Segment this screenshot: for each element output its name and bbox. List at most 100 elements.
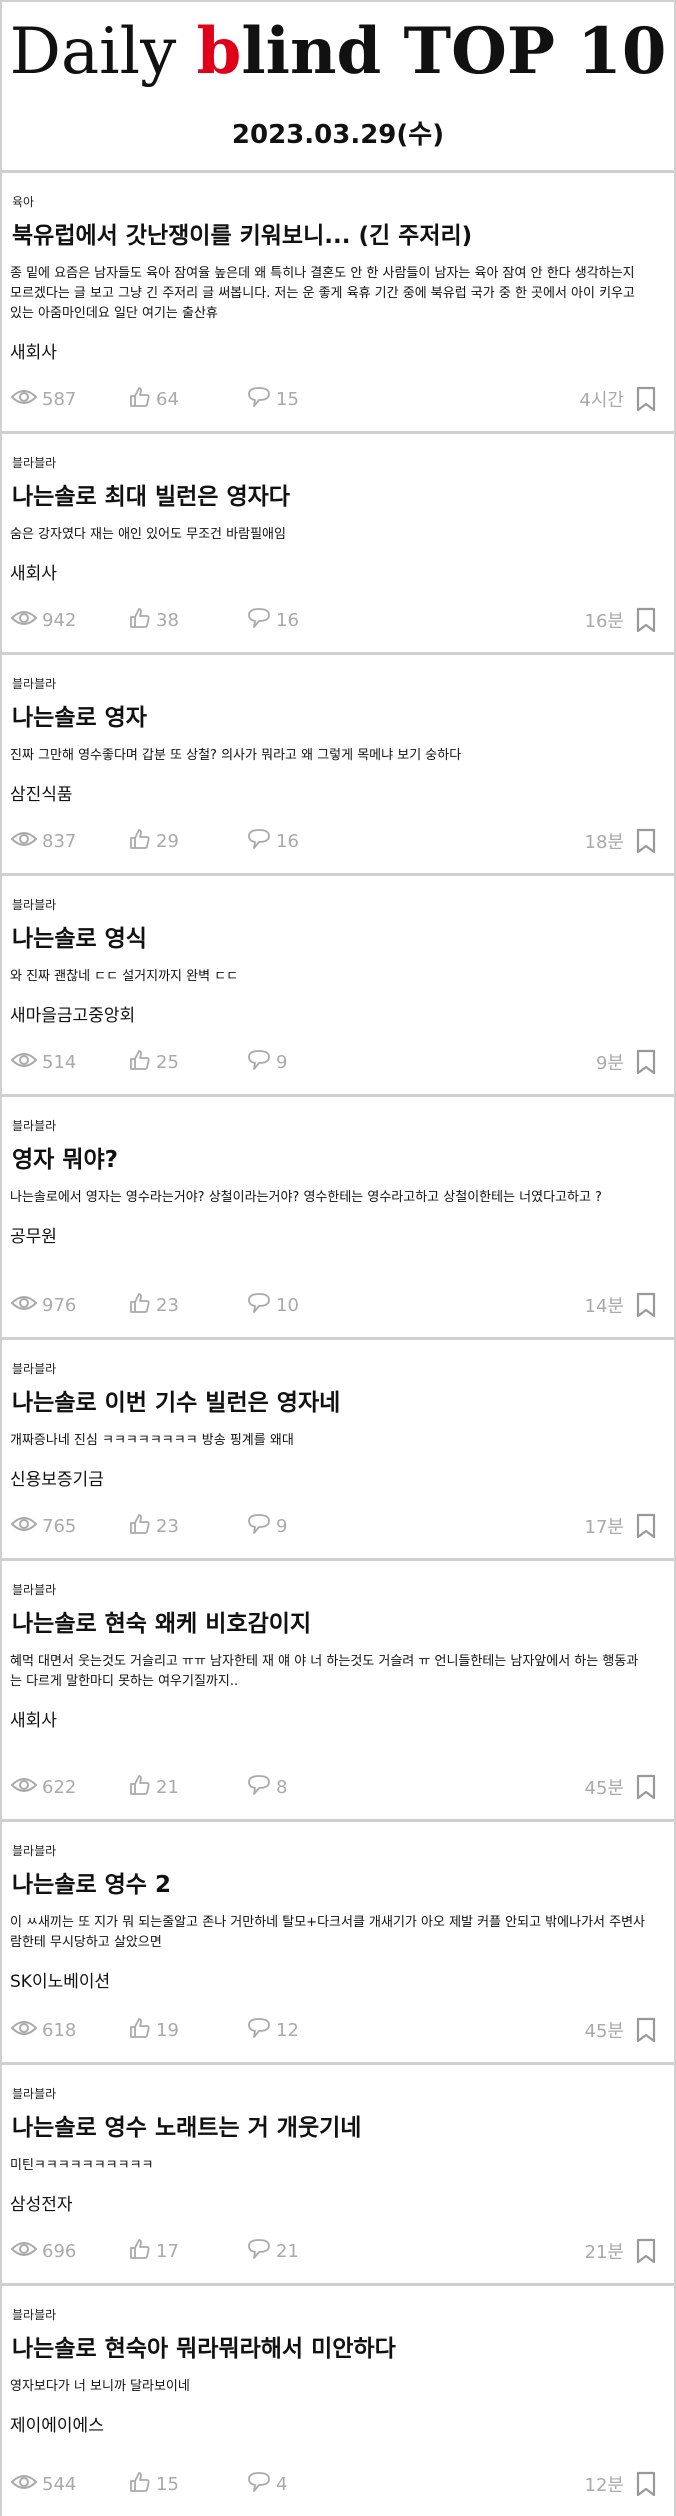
post-card[interactable]: 블라블라 나는솔로 최대 빌런은 영자다 숨은 강자였다 재는 애인 있어도 무조건… — [2, 434, 674, 652]
like-button[interactable]: 23 — [128, 1512, 246, 1541]
bookmark-icon[interactable] — [636, 1513, 656, 1539]
comments-button[interactable]: 8 — [246, 1773, 364, 1802]
like-button[interactable]: 64 — [128, 385, 246, 414]
thumbs-up-icon — [128, 1048, 156, 1077]
post-excerpt: 이 ㅆ새끼는 또 지가 뭐 되는줄알고 존나 거만하네 탈모+다크서클 개새기가… — [10, 1914, 645, 1950]
post-title[interactable]: 북유럽에서 갓난쟁이를 키워보니... (긴 주저리) — [12, 222, 656, 252]
post-stats: 765 23 9 17분 — [10, 1512, 656, 1540]
eye-icon — [10, 2472, 42, 2497]
post-title[interactable]: 나는솔로 영자 — [12, 704, 656, 734]
post-card[interactable]: 블라블라나는솔로 이번 기수 빌런은 영자네개짜증나네 진심 ㅋㅋㅋㅋㅋㅋㅋㅋ … — [2, 1340, 674, 1558]
post-stats: 976 23 10 14분 — [10, 1291, 656, 1319]
post-company: 신용보증기금 — [10, 1469, 104, 1490]
comments-button[interactable]: 9 — [246, 1048, 364, 1077]
comments-button[interactable]: 21 — [246, 2237, 364, 2266]
post-company: 새회사 — [10, 563, 57, 584]
post-title[interactable]: 나는솔로 영식 — [12, 925, 656, 955]
post-category[interactable]: 블라블라 — [12, 1360, 656, 1377]
post-card[interactable]: 블라블라 나는솔로 영식 와 진짜 괜찮네 ㄷㄷ 설거지까지 완벽 ㄷㄷ 새마을금고중… — [2, 876, 674, 1094]
comments-button[interactable]: 4 — [246, 2470, 364, 2499]
eye-icon — [10, 387, 42, 412]
like-button[interactable]: 23 — [128, 1291, 246, 1320]
views-stat: 622 — [10, 1775, 128, 1800]
like-button[interactable]: 19 — [128, 2016, 246, 2045]
likes-count: 64 — [156, 388, 179, 410]
post-stats: 514 25 9 9분 — [10, 1048, 656, 1076]
speech-bubble-icon — [246, 1773, 276, 1802]
post-title[interactable]: 나는솔로 영수 노래트는 거 개웃기네 — [12, 2114, 656, 2144]
bookmark-icon[interactable] — [636, 1049, 656, 1075]
post-category[interactable]: 블라블라 — [12, 1581, 656, 1598]
comments-count: 16 — [276, 830, 299, 852]
comments-button[interactable]: 15 — [246, 385, 364, 414]
like-button[interactable]: 17 — [128, 2237, 246, 2266]
bookmark-icon[interactable] — [636, 386, 656, 412]
post-company: 제이에이에스 — [10, 2415, 104, 2436]
bookmark-icon[interactable] — [636, 2017, 656, 2043]
comments-button[interactable]: 16 — [246, 606, 364, 635]
views-stat: 514 — [10, 1050, 128, 1075]
speech-bubble-icon — [246, 2237, 276, 2266]
views-count: 618 — [42, 2019, 77, 2041]
speech-bubble-icon — [246, 827, 276, 856]
like-button[interactable]: 21 — [128, 1773, 246, 1802]
post-category[interactable]: 육아 — [12, 193, 656, 210]
post-excerpt: 개짜증나네 진심 ㅋㅋㅋㅋㅋㅋㅋㅋ 방송 핑계를 왜대 — [10, 1432, 294, 1448]
post-title[interactable]: 나는솔로 현숙아 뭐라뭐라해서 미안하다 — [12, 2335, 656, 2365]
like-button[interactable]: 38 — [128, 606, 246, 635]
bookmark-icon[interactable] — [636, 1292, 656, 1318]
views-stat: 696 — [10, 2239, 128, 2264]
post-card[interactable]: 블라블라 영자 뭐야? 나는솔로에서 영자는 영수라는거야? 상철이라는거야? 영수… — [2, 1097, 674, 1337]
post-stats: 618 19 12 45분 — [10, 2016, 656, 2044]
views-count: 976 — [42, 1294, 77, 1316]
post-card[interactable]: 블라블라나는솔로 영수 2 이 ㅆ새끼는 또 지가 뭐 되는줄알고 존나 거만하네… — [2, 1822, 674, 2062]
comments-button[interactable]: 9 — [246, 1512, 364, 1541]
bookmark-icon[interactable] — [636, 2471, 656, 2497]
post-excerpt: 진짜 그만해 영수좋다며 갑분 또 상철? 의사가 뭐라고 왜 그렇게 목메냐 … — [10, 747, 462, 763]
bookmark-icon[interactable] — [636, 607, 656, 633]
comments-button[interactable]: 16 — [246, 827, 364, 856]
title-red-letter: b — [196, 14, 242, 89]
post-category[interactable]: 블라블라 — [12, 454, 656, 471]
post-category[interactable]: 블라블라 — [12, 2306, 656, 2323]
like-button[interactable]: 25 — [128, 1048, 246, 1077]
post-company: 새회사 — [10, 342, 57, 363]
post-category[interactable]: 블라블라 — [12, 675, 656, 692]
post-company: 새회사 — [10, 1710, 57, 1731]
post-card[interactable]: 블라블라나는솔로 영자진짜 그만해 영수좋다며 갑분 또 상철? 의사가 뭐라고… — [2, 655, 674, 873]
eye-icon — [10, 608, 42, 633]
thumbs-up-icon — [128, 385, 156, 414]
views-stat: 587 — [10, 387, 128, 412]
post-title[interactable]: 영자 뭐야? — [12, 1146, 656, 1176]
post-title[interactable]: 나는솔로 이번 기수 빌런은 영자네 — [12, 1389, 656, 1419]
post-category[interactable]: 블라블라 — [12, 1117, 656, 1134]
thumbs-up-icon — [128, 1291, 156, 1320]
post-card[interactable]: 육아북유럽에서 갓난쟁이를 키워보니... (긴 주저리) 종 밑에 요즘은 남자… — [2, 173, 674, 431]
post-title[interactable]: 나는솔로 최대 빌런은 영자다 — [12, 483, 656, 513]
bookmark-icon[interactable] — [636, 2238, 656, 2264]
likes-count: 29 — [156, 830, 179, 852]
comments-count: 4 — [276, 2473, 288, 2495]
post-excerpt: 종 밑에 요즘은 남자들도 육아 잠여율 높은데 왜 특히나 결혼도 안 한 사… — [10, 265, 635, 321]
post-card[interactable]: 블라블라 나는솔로 영수 노래트는 거 개웃기네 미틴ㅋㅋㅋㅋㅋㅋㅋㅋㅋㅋ 삼성전자 6… — [2, 2065, 674, 2283]
post-title[interactable]: 나는솔로 영수 2 — [12, 1871, 656, 1901]
eye-icon — [10, 1514, 42, 1539]
speech-bubble-icon — [246, 385, 276, 414]
like-button[interactable]: 29 — [128, 827, 246, 856]
comments-button[interactable]: 10 — [246, 1291, 364, 1320]
post-category[interactable]: 블라블라 — [12, 896, 656, 913]
post-card[interactable]: 블라블라 나는솔로 현숙아 뭐라뭐라해서 미안하다 영자보다가 너 보니까 달라보이… — [2, 2286, 674, 2516]
comments-count: 16 — [276, 609, 299, 631]
post-excerpt: 혜먹 대면서 웃는것도 거슬리고 ㅠㅠ 남자한테 재 얘 야 너 하는것도 거슬… — [10, 1653, 639, 1689]
post-category[interactable]: 블라블라 — [12, 1842, 656, 1859]
bookmark-icon[interactable] — [636, 828, 656, 854]
post-card[interactable]: 블라블라나는솔로 현숙 왜케 비호감이지혜먹 대면서 웃는것도 거슬리고 ㅠㅠ … — [2, 1561, 674, 1819]
post-title[interactable]: 나는솔로 현숙 왜케 비호감이지 — [12, 1610, 656, 1640]
likes-count: 21 — [156, 1776, 179, 1798]
bookmark-icon[interactable] — [636, 1774, 656, 1800]
comments-button[interactable]: 12 — [246, 2016, 364, 2045]
like-button[interactable]: 15 — [128, 2470, 246, 2499]
post-stats: 587 64 15 4시간 — [10, 385, 656, 413]
post-category[interactable]: 블라블라 — [12, 2085, 656, 2102]
speech-bubble-icon — [246, 2016, 276, 2045]
